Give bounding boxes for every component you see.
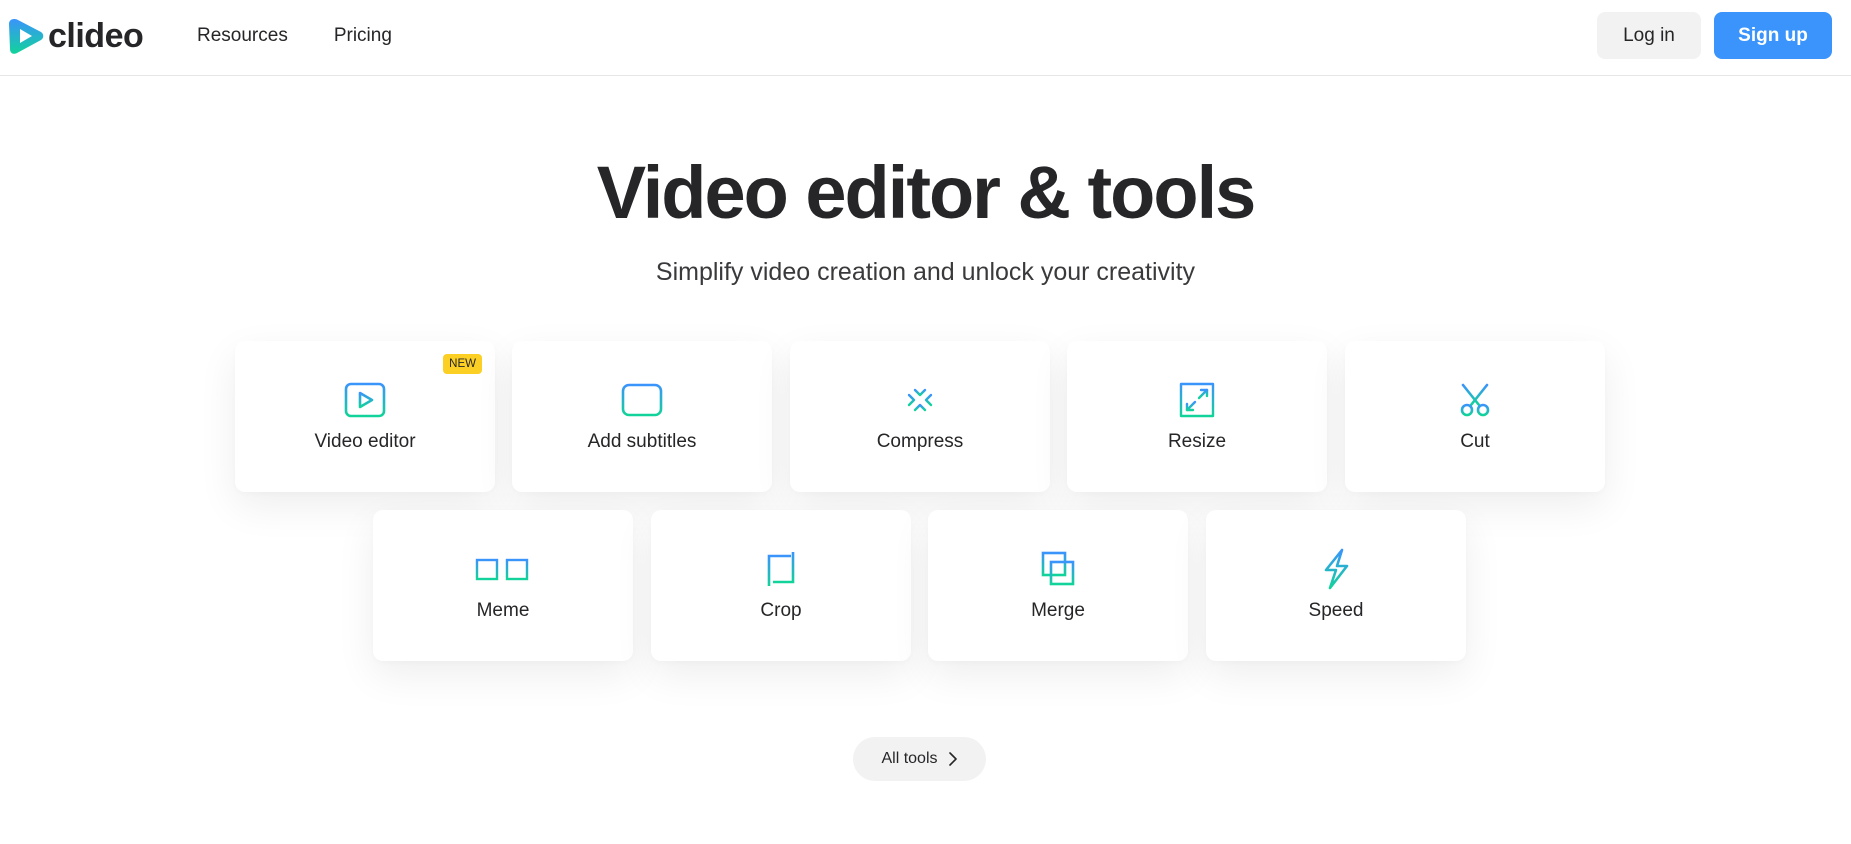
tool-card-resize[interactable]: Resize	[1067, 341, 1327, 492]
tool-card-speed[interactable]: Speed	[1206, 510, 1466, 661]
tool-label: Resize	[1167, 431, 1227, 452]
tool-label: Compress	[876, 431, 964, 452]
tool-label: Crop	[760, 600, 802, 621]
site-header: clideo Resources Pricing Log in Sign up	[0, 0, 1851, 76]
all-tools-label: All tools	[881, 750, 938, 767]
subtitles-icon	[620, 381, 664, 419]
tool-card-meme[interactable]: Meme	[373, 510, 633, 661]
nav-resources[interactable]: Resources	[197, 22, 288, 50]
new-badge: NEW	[443, 354, 482, 374]
signup-button[interactable]: Sign up	[1714, 12, 1832, 59]
main-nav: Resources Pricing	[197, 22, 392, 50]
scissors-icon	[1453, 381, 1497, 419]
video-play-icon	[343, 381, 387, 419]
tool-label: Speed	[1308, 600, 1364, 621]
login-button[interactable]: Log in	[1597, 12, 1701, 59]
tool-card-compress[interactable]: Compress	[790, 341, 1050, 492]
tool-label: Cut	[1460, 431, 1490, 452]
tool-label: Video editor	[314, 431, 416, 452]
crop-icon	[759, 550, 803, 588]
logo-link[interactable]: clideo	[8, 16, 144, 56]
tool-card-cut[interactable]: Cut	[1345, 341, 1605, 492]
tool-label: Add subtitles	[587, 431, 697, 452]
tool-card-merge[interactable]: Merge	[928, 510, 1188, 661]
all-tools-button[interactable]: All tools	[853, 737, 986, 781]
page-subtitle: Simplify video creation and unlock your …	[655, 258, 1196, 286]
logo-text: clideo	[48, 17, 144, 55]
page-title: Video editor & tools	[596, 151, 1257, 234]
clideo-logo-icon	[9, 19, 44, 54]
lightning-bolt-icon	[1314, 548, 1358, 590]
resize-arrows-icon	[1175, 381, 1219, 419]
tool-card-crop[interactable]: Crop	[651, 510, 911, 661]
merge-squares-icon	[1036, 550, 1080, 588]
compress-arrows-icon	[898, 379, 942, 421]
chevron-right-icon	[948, 752, 957, 766]
glasses-icon	[471, 550, 533, 588]
tool-label: Meme	[476, 600, 530, 621]
tool-card-video-editor[interactable]: NEW Video editor	[235, 341, 495, 492]
nav-pricing[interactable]: Pricing	[334, 22, 392, 50]
tool-label: Merge	[1031, 600, 1085, 621]
tool-card-add-subtitles[interactable]: Add subtitles	[512, 341, 772, 492]
